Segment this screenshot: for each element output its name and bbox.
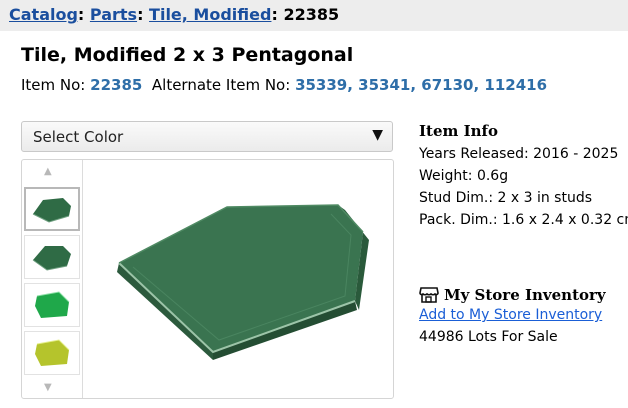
breadcrumb-catalog-link[interactable]: Catalog xyxy=(9,5,78,24)
item-no-label: Item No: xyxy=(21,76,86,94)
thumbnail-dark-green-2[interactable] xyxy=(24,235,80,279)
color-select-label: Select Color xyxy=(33,128,124,146)
scroll-up-arrow-icon[interactable]: ▲ xyxy=(44,166,52,177)
store-icon xyxy=(419,286,439,304)
breadcrumb-separator: : xyxy=(271,5,278,24)
image-gallery: ▲ ▼ xyxy=(21,159,394,399)
pack-dimensions: Pack. Dim.: 1.6 x 2.4 x 0.32 cm xyxy=(419,212,628,228)
scroll-down-arrow-icon[interactable]: ▼ xyxy=(44,382,52,393)
tile-main-image xyxy=(117,204,369,360)
chevron-down-icon: ▼ xyxy=(372,127,383,143)
years-released: Years Released: 2016 - 2025 xyxy=(419,146,619,162)
breadcrumb: Catalog: Parts: Tile, Modified: 22385 xyxy=(9,5,339,24)
item-number-line: Item No: 22385 Alternate Item No: 35339,… xyxy=(21,76,547,94)
breadcrumb-bar: Catalog: Parts: Tile, Modified: 22385 xyxy=(0,0,628,31)
add-to-store-inventory-link[interactable]: Add to My Store Inventory xyxy=(419,307,602,323)
breadcrumb-parts-link[interactable]: Parts xyxy=(90,5,137,24)
lots-for-sale: 44986 Lots For Sale xyxy=(419,329,558,345)
tile-thumbnail-icon xyxy=(32,246,71,271)
thumbnail-bright-green[interactable] xyxy=(24,283,80,327)
item-no-value: 22385 xyxy=(90,76,143,94)
thumbnail-strip: ▲ ▼ xyxy=(22,160,83,398)
weight: Weight: 0.6g xyxy=(419,168,509,184)
color-select-dropdown[interactable]: Select Color ▼ xyxy=(21,121,393,152)
alternate-item-no-label: Alternate Item No: xyxy=(151,76,291,94)
stud-dimensions: Stud Dim.: 2 x 3 in studs xyxy=(419,190,593,206)
thumbnail-dark-green-1[interactable] xyxy=(24,187,80,231)
my-store-inventory-heading: My Store Inventory xyxy=(419,286,606,304)
main-part-image xyxy=(83,160,393,398)
alternate-item-no-values: 35339, 35341, 67130, 112416 xyxy=(295,76,548,94)
breadcrumb-separator: : xyxy=(137,5,144,24)
tile-thumbnail-icon xyxy=(32,198,71,223)
tile-thumbnail-icon xyxy=(35,291,70,318)
breadcrumb-separator: : xyxy=(77,5,85,24)
item-info-heading: Item Info xyxy=(419,122,498,140)
breadcrumb-category-link[interactable]: Tile, Modified xyxy=(149,5,271,24)
thumbnail-lime[interactable] xyxy=(24,331,80,375)
page-title: Tile, Modified 2 x 3 Pentagonal xyxy=(21,44,354,66)
store-heading-label: My Store Inventory xyxy=(444,286,606,304)
breadcrumb-current: 22385 xyxy=(283,5,340,24)
tile-thumbnail-icon xyxy=(35,339,70,366)
